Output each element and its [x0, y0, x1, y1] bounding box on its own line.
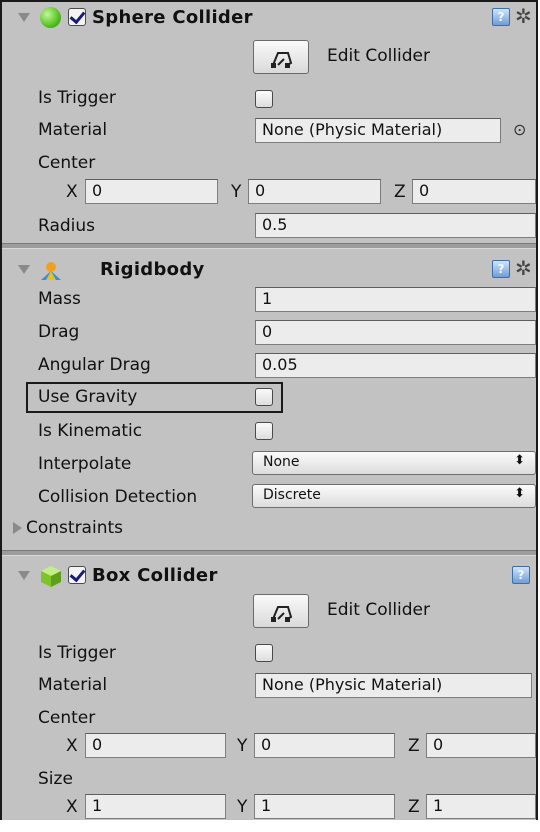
- edit-collider-icon: [271, 52, 293, 68]
- material-field[interactable]: None (Physic Material): [255, 673, 532, 698]
- center-label: Center: [38, 708, 96, 728]
- gear-icon[interactable]: ✲: [515, 256, 532, 280]
- center-x-field[interactable]: 0: [85, 733, 226, 758]
- center-y-label: Y: [231, 182, 242, 202]
- foldout-collapsed-icon[interactable]: [13, 522, 22, 534]
- center-y-label: Y: [237, 736, 248, 756]
- radius-label: Radius: [38, 216, 96, 236]
- foldout-expanded-icon[interactable]: [18, 265, 30, 274]
- sphere-collider-component: Sphere Collider ? ✲ Edit Collider Is Tri…: [2, 2, 536, 242]
- edit-collider-label: Edit Collider: [327, 600, 431, 620]
- material-label: Material: [38, 120, 108, 140]
- edit-collider-button[interactable]: [253, 594, 309, 628]
- sphere-collider-title: Sphere Collider: [92, 7, 253, 28]
- help-icon[interactable]: ?: [492, 8, 510, 26]
- is-kinematic-label: Is Kinematic: [38, 421, 143, 441]
- center-z-label: Z: [394, 182, 406, 202]
- object-picker-icon[interactable]: ⊙: [513, 120, 526, 139]
- use-gravity-checkbox[interactable]: [255, 388, 273, 406]
- updown-arrow-icon: ⬍: [514, 486, 525, 501]
- collision-detection-dropdown[interactable]: Discrete ⬍: [252, 484, 536, 508]
- foldout-expanded-icon[interactable]: [18, 571, 30, 580]
- interpolate-value: None: [263, 454, 300, 470]
- is-trigger-label: Is Trigger: [38, 88, 116, 108]
- center-y-field[interactable]: 0: [248, 179, 381, 204]
- radius-field[interactable]: 0.5: [255, 213, 536, 238]
- interpolate-dropdown[interactable]: None ⬍: [252, 451, 536, 475]
- size-z-field[interactable]: 1: [426, 794, 536, 819]
- center-y-field[interactable]: 0: [254, 733, 395, 758]
- size-y-field[interactable]: 1: [254, 794, 395, 819]
- interpolate-label: Interpolate: [38, 454, 132, 474]
- is-trigger-checkbox[interactable]: [255, 644, 273, 662]
- sphere-collider-enabled-checkbox[interactable]: [68, 8, 86, 26]
- is-trigger-label: Is Trigger: [38, 643, 116, 663]
- help-icon[interactable]: ?: [512, 566, 530, 584]
- updown-arrow-icon: ⬍: [514, 453, 525, 468]
- center-x-label: X: [66, 182, 78, 202]
- center-z-field[interactable]: 0: [426, 733, 536, 758]
- rigidbody-icon: [41, 262, 61, 280]
- edit-collider-button[interactable]: [253, 40, 309, 74]
- bottom-margin: [0, 820, 540, 832]
- size-y-label: Y: [237, 797, 248, 817]
- size-label: Size: [38, 769, 73, 789]
- size-z-label: Z: [408, 797, 420, 817]
- material-field[interactable]: None (Physic Material): [255, 118, 501, 143]
- drag-label: Drag: [38, 322, 80, 342]
- constraints-foldout[interactable]: Constraints: [26, 518, 123, 538]
- edit-collider-label: Edit Collider: [327, 46, 431, 66]
- edit-collider-icon: [271, 606, 293, 622]
- collision-detection-label: Collision Detection: [38, 487, 198, 507]
- center-z-label: Z: [408, 736, 420, 756]
- help-icon[interactable]: ?: [492, 260, 510, 278]
- inspector-panel: Sphere Collider ? ✲ Edit Collider Is Tri…: [0, 0, 540, 832]
- angular-drag-label: Angular Drag: [38, 355, 151, 375]
- collision-detection-value: Discrete: [263, 487, 321, 503]
- component-separator: [2, 550, 536, 556]
- use-gravity-label: Use Gravity: [38, 387, 138, 407]
- is-kinematic-checkbox[interactable]: [255, 422, 273, 440]
- rigidbody-component: Rigidbody ? ✲ Mass 1 Drag 0 Angular Drag…: [2, 251, 536, 550]
- box-collider-component: Box Collider ? Edit Collider Is Trigger …: [2, 558, 536, 820]
- sphere-collider-header[interactable]: Sphere Collider ? ✲: [2, 4, 536, 34]
- box-collider-icon: [41, 566, 61, 587]
- center-label: Center: [38, 153, 96, 173]
- mass-label: Mass: [38, 289, 81, 309]
- gear-icon[interactable]: ✲: [515, 4, 532, 28]
- inspector-frame: Sphere Collider ? ✲ Edit Collider Is Tri…: [0, 0, 538, 822]
- sphere-collider-icon: [40, 7, 61, 28]
- box-collider-title: Box Collider: [92, 565, 218, 586]
- center-x-field[interactable]: 0: [85, 179, 218, 204]
- mass-field[interactable]: 1: [255, 287, 536, 312]
- angular-drag-field[interactable]: 0.05: [255, 353, 536, 378]
- material-label: Material: [38, 675, 108, 695]
- rigidbody-title: Rigidbody: [100, 259, 205, 280]
- center-z-field[interactable]: 0: [412, 179, 536, 204]
- box-collider-enabled-checkbox[interactable]: [68, 566, 86, 584]
- is-trigger-checkbox[interactable]: [255, 90, 273, 108]
- center-x-label: X: [66, 736, 78, 756]
- size-x-field[interactable]: 1: [85, 794, 226, 819]
- size-x-label: X: [66, 797, 78, 817]
- box-collider-header[interactable]: Box Collider ?: [2, 562, 536, 592]
- component-separator: [2, 243, 536, 249]
- rigidbody-header[interactable]: Rigidbody ? ✲: [2, 256, 536, 286]
- foldout-expanded-icon[interactable]: [18, 13, 30, 22]
- drag-field[interactable]: 0: [255, 320, 536, 345]
